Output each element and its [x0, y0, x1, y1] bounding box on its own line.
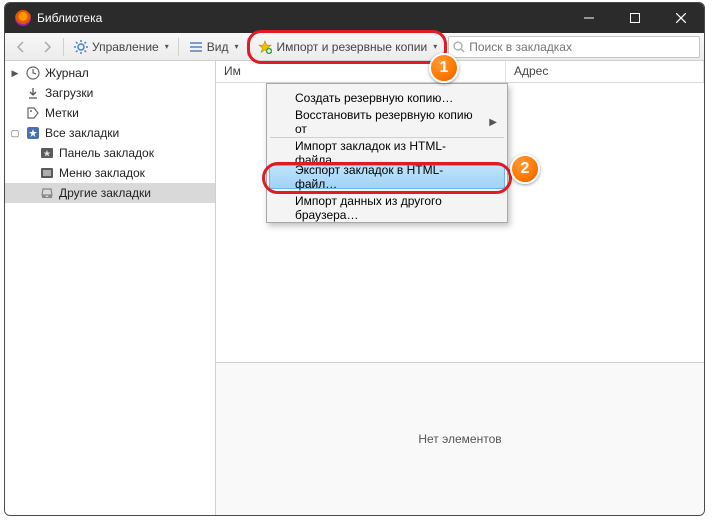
- column-name[interactable]: Им: [216, 61, 506, 82]
- inbox-icon: [39, 185, 55, 201]
- menu-item-import-browser[interactable]: Импорт данных из другого браузера…: [269, 196, 505, 220]
- gear-icon: [73, 39, 89, 55]
- sidebar-item-other-bookmarks[interactable]: Другие закладки: [5, 183, 215, 203]
- menu-separator: [270, 137, 504, 138]
- expand-icon[interactable]: ▶: [9, 68, 21, 79]
- sidebar-item-tags[interactable]: Метки: [5, 103, 215, 123]
- sidebar-item-history[interactable]: ▶ Журнал: [5, 63, 215, 83]
- content-pane: Им Адрес Создать резервную копию… Восста…: [216, 61, 704, 515]
- main-area: ▶ Журнал Загрузки Метки ▢ Все закладки Пан…: [5, 61, 704, 515]
- sidebar-item-all-bookmarks[interactable]: ▢ Все закладки: [5, 123, 215, 143]
- chevron-down-icon: ▾: [165, 42, 169, 51]
- bookmark-list: Создать резервную копию… Восстановить ре…: [216, 83, 704, 363]
- tag-icon: [25, 105, 41, 121]
- view-button[interactable]: Вид ▾: [183, 36, 244, 58]
- close-button[interactable]: [658, 3, 704, 33]
- sidebar-item-toolbar-bookmarks[interactable]: Панель закладок: [5, 143, 215, 163]
- annotation-badge-2: 2: [510, 154, 540, 184]
- menu-item-create-backup[interactable]: Создать резервную копию…: [269, 86, 505, 110]
- submenu-arrow-icon: ▶: [489, 117, 497, 128]
- manage-button[interactable]: Управление ▾: [68, 36, 174, 58]
- import-backup-button[interactable]: Импорт и резервные копии ▾: [252, 36, 442, 58]
- toolbar: Управление ▾ Вид ▾ Импорт и резервные копи…: [5, 33, 704, 61]
- import-backup-label: Импорт и резервные копии: [276, 40, 427, 54]
- window-title: Библиотека: [37, 11, 102, 25]
- details-pane: Нет элементов: [216, 363, 704, 515]
- menu-item-export-html[interactable]: Экспорт закладок в HTML-файл…: [269, 165, 505, 189]
- toolbar-icon: [39, 145, 55, 161]
- forward-button[interactable]: [35, 36, 59, 58]
- collapse-icon[interactable]: ▢: [9, 128, 21, 139]
- back-button[interactable]: [9, 36, 33, 58]
- star-import-icon: [257, 39, 273, 55]
- star-icon: [25, 125, 41, 141]
- search-input[interactable]: [469, 40, 695, 54]
- view-label: Вид: [207, 40, 229, 54]
- sidebar-item-downloads[interactable]: Загрузки: [5, 83, 215, 103]
- sidebar-item-label: Меню закладок: [59, 166, 145, 180]
- manage-label: Управление: [92, 40, 159, 54]
- titlebar: Библиотека: [5, 3, 704, 33]
- search-field[interactable]: [448, 36, 700, 58]
- download-icon: [25, 85, 41, 101]
- sidebar: ▶ Журнал Загрузки Метки ▢ Все закладки Пан…: [5, 61, 216, 515]
- maximize-button[interactable]: [612, 3, 658, 33]
- chevron-down-icon: ▾: [234, 42, 238, 51]
- sidebar-item-label: Загрузки: [45, 86, 93, 100]
- search-icon: [453, 41, 465, 53]
- list-icon: [188, 39, 204, 55]
- firefox-icon: [15, 10, 31, 26]
- menu-separator: [270, 192, 504, 193]
- column-header: Им Адрес: [216, 61, 704, 83]
- sidebar-item-label: Все закладки: [45, 126, 119, 140]
- sidebar-item-label: Журнал: [45, 66, 89, 80]
- import-backup-menu: Создать резервную копию… Восстановить ре…: [266, 83, 508, 223]
- sidebar-item-label: Метки: [45, 106, 79, 120]
- empty-label: Нет элементов: [418, 432, 501, 446]
- sidebar-item-label: Другие закладки: [59, 186, 151, 200]
- minimize-button[interactable]: [566, 3, 612, 33]
- clock-icon: [25, 65, 41, 81]
- sidebar-item-label: Панель закладок: [59, 146, 154, 160]
- sidebar-item-menu-bookmarks[interactable]: Меню закладок: [5, 163, 215, 183]
- menu-item-import-html[interactable]: Импорт закладок из HTML-файла…: [269, 141, 505, 165]
- chevron-down-icon: ▾: [433, 42, 437, 51]
- column-address[interactable]: Адрес: [506, 61, 704, 82]
- annotation-badge-1: 1: [429, 53, 459, 83]
- menu-item-restore-backup[interactable]: Восстановить резервную копию от▶: [269, 110, 505, 134]
- menu-bookmarks-icon: [39, 165, 55, 181]
